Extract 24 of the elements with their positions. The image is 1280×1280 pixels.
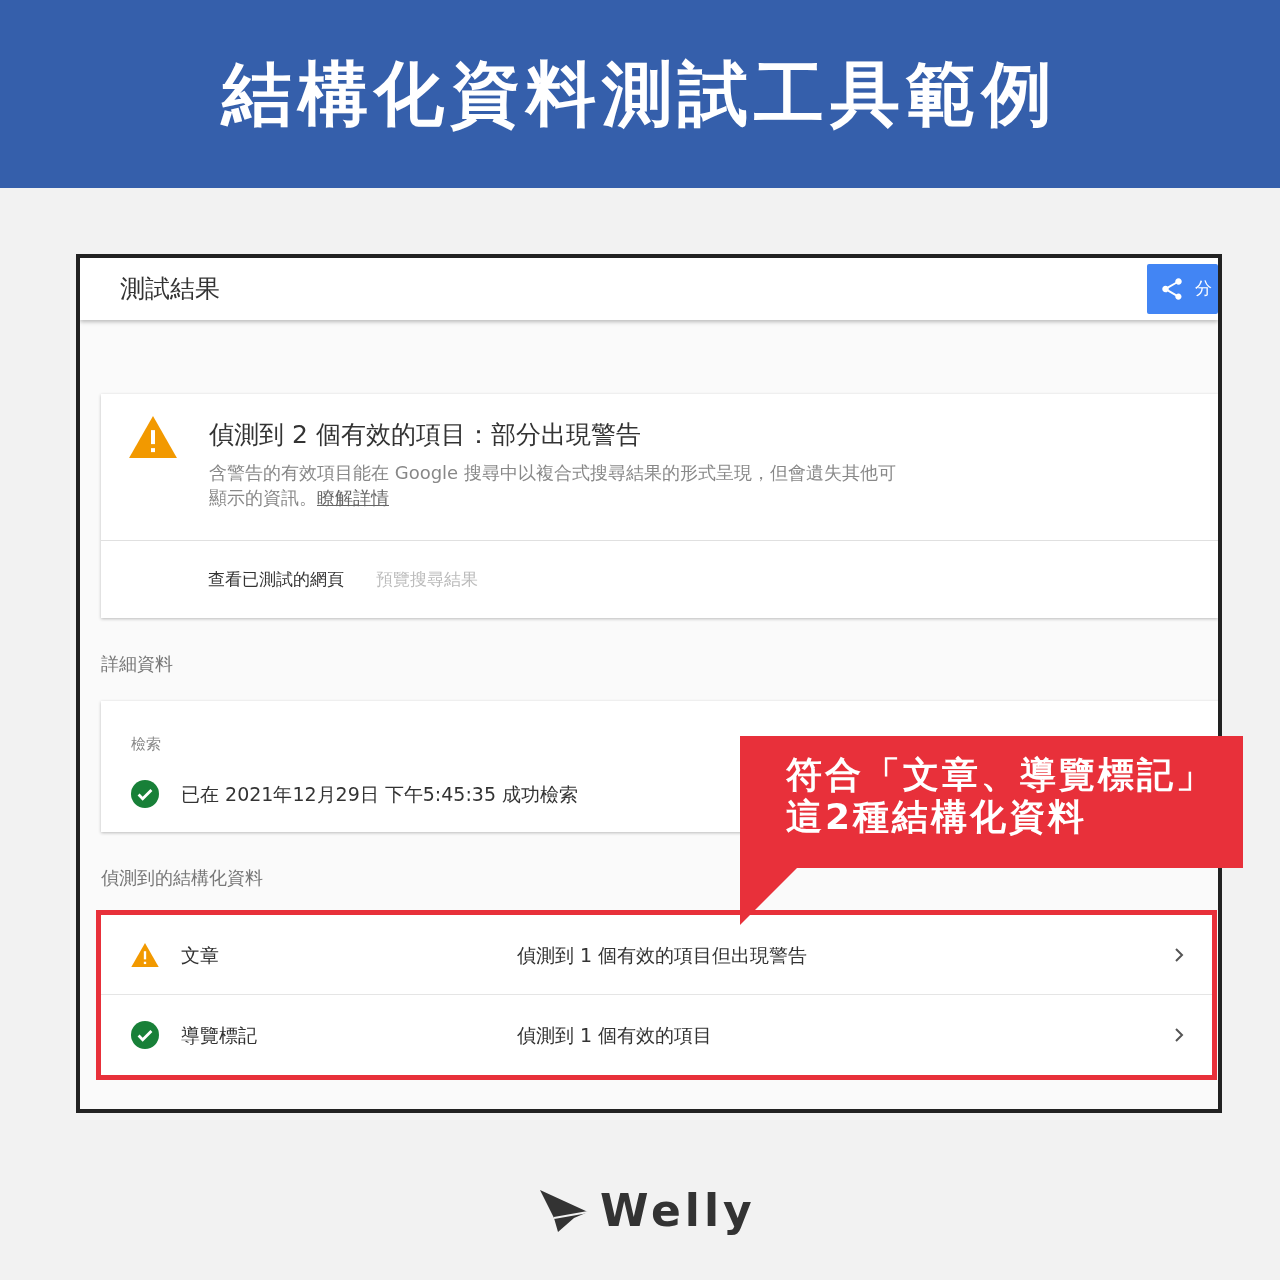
crawl-message: 已在 2021年12月29日 下午5:45:35 成功檢索 bbox=[181, 781, 579, 807]
share-icon bbox=[1159, 276, 1185, 302]
share-button[interactable]: 分 bbox=[1147, 264, 1218, 314]
section-label: 檢索 bbox=[131, 734, 162, 756]
structured-data-row[interactable]: 文章 偵測到 1 個有效的項目但出現警告 bbox=[101, 915, 1212, 996]
item-summary: 偵測到 1 個有效的項目 bbox=[517, 1023, 714, 1049]
item-name: 文章 bbox=[181, 942, 220, 968]
structured-data-row[interactable]: 導覽標記 偵測到 1 個有效的項目 bbox=[101, 995, 1212, 1076]
callout-text: 這2種結構化資料 bbox=[786, 796, 1089, 839]
banner-title: 結構化資料測試工具範例 bbox=[222, 52, 1058, 136]
view-tab[interactable]: 查看已測試的網頁 bbox=[208, 566, 344, 593]
item-name: 導覽標記 bbox=[181, 1023, 258, 1049]
summary-description: 含警告的有效項目能在 Google 搜尋中以複合式搜尋結果的形式呈現，但會遺失其他可顯示的資訊。瞭解詳情 bbox=[209, 460, 897, 510]
chevron-icon bbox=[1174, 1027, 1184, 1044]
chevron-icon bbox=[1174, 946, 1184, 963]
section-heading: 詳細資料 bbox=[101, 652, 174, 677]
callout-text: 符合「文章、導覽標記」 bbox=[786, 754, 1216, 797]
summary-title: 偵測到 2 個有效的項目：部分出現警告 bbox=[209, 419, 642, 451]
section-heading: 偵測到的結構化資料 bbox=[101, 866, 264, 891]
logo-text: Welly bbox=[600, 1184, 756, 1238]
paper-plane-icon bbox=[538, 1188, 590, 1234]
page-title: 測試結果 bbox=[120, 273, 220, 306]
learn-more-link[interactable]: 瞭解詳情 bbox=[317, 486, 389, 508]
item-summary: 偵測到 1 個有效的項目但出現警告 bbox=[517, 942, 809, 968]
